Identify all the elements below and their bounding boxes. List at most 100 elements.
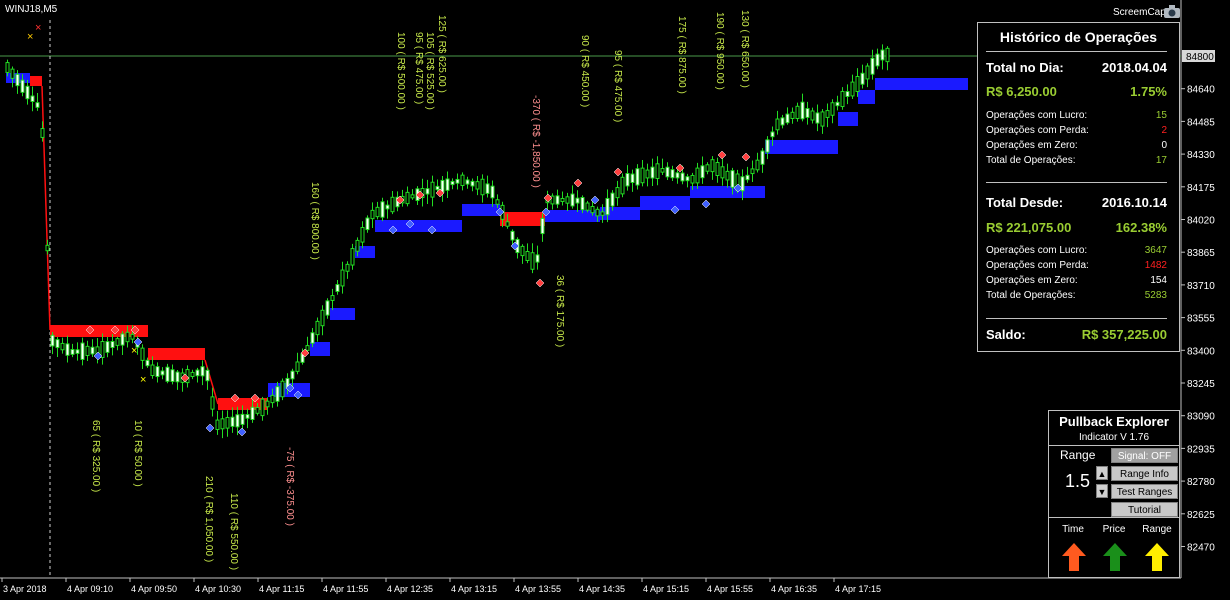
sell-marker	[573, 178, 583, 188]
sell-marker	[613, 167, 623, 177]
trade-label: 175 ( R$ 875.00 )	[676, 16, 687, 94]
candle-body	[30, 95, 35, 102]
day-profit-label: Operações com Lucro:	[986, 110, 1088, 121]
candle-body	[875, 53, 880, 67]
time-tick-label: 4 Apr 16:35	[771, 584, 817, 594]
balance-label: Saldo:	[986, 327, 1026, 342]
candle-body	[845, 91, 850, 97]
time-tick-label: 3 Apr 2018	[3, 584, 47, 594]
candle-body	[280, 380, 285, 398]
range-down-button[interactable]: ▼	[1096, 484, 1108, 498]
day-total-row: Total no Dia: 2018.04.04	[986, 60, 1167, 75]
since-amount: R$ 221,075.00	[986, 220, 1072, 235]
since-profit-count: 3647	[1144, 245, 1167, 256]
candle-body	[25, 85, 30, 100]
candle-body	[680, 172, 685, 182]
candle-body	[375, 206, 380, 218]
balance-row: Saldo: R$ 357,225.00	[986, 327, 1167, 342]
candle-body	[150, 364, 155, 377]
candle-body	[205, 369, 210, 382]
screencap-label[interactable]: ScreemCap	[1113, 7, 1166, 18]
candle-body	[665, 166, 670, 178]
since-ops-label: Total de Operações:	[986, 290, 1076, 301]
signal-button[interactable]: Signal: OFF	[1111, 448, 1178, 463]
day-profit-count: 15	[1155, 110, 1167, 121]
trade-labels: 65 ( R$ 325.00 ) 10 ( R$ 50.00 ) 210 ( R$ …	[90, 10, 750, 570]
candle-body	[310, 332, 315, 344]
trade-label: 125 ( R$ 625.00 )	[436, 15, 447, 93]
since-zero-label: Operações em Zero:	[986, 275, 1078, 286]
trend-band-segment	[462, 204, 500, 216]
candle-body	[235, 414, 240, 428]
candle-body	[365, 217, 370, 231]
range-label: Range	[1060, 448, 1096, 462]
candle-body	[645, 169, 650, 179]
since-loss-row: Operações com Perda: 1482	[986, 260, 1167, 271]
tutorial-button[interactable]: Tutorial	[1111, 502, 1178, 517]
time-tick-label: 4 Apr 09:10	[67, 584, 113, 594]
time-axis: 3 Apr 2018 4 Apr 09:10 4 Apr 09:50 4 Apr 10…	[1, 578, 881, 594]
candle-body	[705, 164, 710, 172]
time-tick-label: 4 Apr 14:35	[579, 584, 625, 594]
day-date: 2018.04.04	[1101, 60, 1167, 75]
candle-body	[195, 369, 200, 377]
price-axis: 84640 84485 84330 84175 84020 83865 83710 83555…	[1181, 85, 1215, 554]
trade-label: 95 ( R$ 475.00 )	[413, 32, 424, 104]
trade-label: 130 ( R$ 650.00 )	[739, 10, 750, 88]
cross-marker: ×	[140, 374, 146, 386]
candle-body	[475, 181, 480, 190]
time-tick-label: 4 Apr 17:15	[835, 584, 881, 594]
camera-icon[interactable]	[1163, 3, 1181, 19]
buy-marker	[237, 427, 247, 437]
price-tick-label: 83710	[1187, 281, 1215, 292]
candle-body	[560, 197, 565, 203]
day-zero-row: Operações em Zero: 0	[986, 140, 1167, 151]
candle-body	[85, 345, 90, 357]
candle-body	[525, 250, 530, 262]
candle-body	[200, 366, 205, 377]
candle-body	[110, 340, 115, 349]
day-loss-count: 2	[1161, 125, 1167, 136]
candle-body	[530, 252, 535, 270]
candle-body	[685, 176, 690, 182]
candle-body	[880, 49, 885, 61]
candle-body	[505, 221, 510, 227]
candle-body	[295, 361, 300, 372]
candle-body	[115, 338, 120, 346]
candle-body	[810, 110, 815, 121]
candle-body	[445, 178, 450, 191]
candle-body	[225, 416, 230, 429]
price-tick-label: 83400	[1187, 346, 1215, 357]
candle-body	[490, 185, 495, 199]
pullback-panel: Pullback Explorer Indicator V 1.76 Range…	[1048, 410, 1180, 578]
candle-body	[165, 366, 170, 382]
since-loss-label: Operações com Perda:	[986, 260, 1089, 271]
test-ranges-button[interactable]: Test Ranges	[1111, 484, 1178, 499]
time-tick-label: 4 Apr 11:55	[323, 584, 368, 594]
day-ops-label: Total de Operações:	[986, 155, 1076, 166]
history-panel: Histórico de Operações Total no Dia: 201…	[977, 22, 1180, 352]
candle-body	[250, 406, 255, 421]
trade-label: 10 ( R$ 50.00 )	[132, 420, 143, 487]
candle-body	[765, 139, 770, 153]
range-up-button[interactable]: ▲	[1096, 466, 1108, 480]
candle-body	[745, 174, 750, 181]
candle-body	[760, 150, 765, 165]
history-divider	[986, 182, 1167, 183]
price-tick-label: 84020	[1187, 216, 1215, 227]
candle-body	[330, 295, 335, 301]
time-tick-label: 4 Apr 10:30	[195, 584, 241, 594]
candle-body	[630, 173, 635, 184]
candle-body	[840, 90, 845, 108]
candle-body	[345, 263, 350, 272]
candle-body	[535, 254, 540, 263]
candle-body	[390, 196, 395, 213]
candle-body	[605, 197, 610, 216]
candle-body	[80, 342, 85, 360]
range-info-button[interactable]: Range Info	[1111, 466, 1178, 481]
price-arrow-icon	[1103, 543, 1127, 571]
candle-body	[670, 169, 675, 179]
pullback-title: Pullback Explorer	[1059, 414, 1169, 429]
time-tick-label: 4 Apr 09:50	[131, 584, 177, 594]
candle-body	[20, 79, 25, 93]
